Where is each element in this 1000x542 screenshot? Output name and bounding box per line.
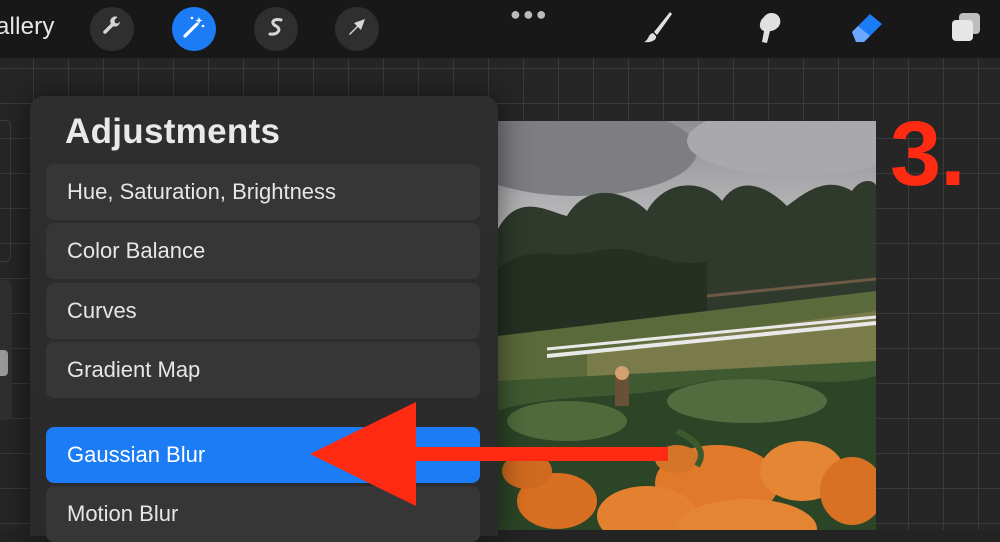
gallery-button[interactable]: allery bbox=[0, 13, 55, 41]
step-number-annotation: 3. bbox=[890, 103, 966, 205]
brush-size-slider[interactable] bbox=[0, 120, 11, 262]
magic-wand-icon bbox=[181, 14, 207, 45]
selection-s-icon bbox=[264, 15, 288, 44]
selection-button[interactable] bbox=[254, 7, 298, 51]
wrench-icon bbox=[100, 15, 124, 44]
transform-button[interactable] bbox=[335, 7, 379, 51]
top-toolbar: allery ●●● bbox=[0, 0, 1000, 58]
adjustments-button[interactable] bbox=[172, 7, 216, 51]
menu-item-color-balance[interactable]: Color Balance bbox=[46, 223, 480, 279]
eraser-icon bbox=[846, 10, 886, 49]
arrow-cursor-icon bbox=[345, 15, 369, 44]
menu-item-hue-saturation-brightness[interactable]: Hue, Saturation, Brightness bbox=[46, 164, 480, 220]
menu-item-gradient-map[interactable]: Gradient Map bbox=[46, 342, 480, 398]
menu-item-gaussian-blur[interactable]: Gaussian Blur bbox=[46, 427, 480, 483]
smudge-icon bbox=[750, 9, 784, 50]
slider-handle[interactable] bbox=[0, 350, 8, 376]
actions-button[interactable] bbox=[90, 7, 134, 51]
opacity-slider[interactable] bbox=[0, 280, 12, 420]
menu-item-curves[interactable]: Curves bbox=[46, 283, 480, 339]
adjustments-panel: Adjustments Hue, Saturation, Brightness … bbox=[30, 96, 498, 542]
canvas-photo bbox=[497, 121, 876, 530]
layers-button[interactable] bbox=[944, 7, 988, 51]
brush-icon bbox=[642, 10, 674, 49]
menu-item-motion-blur[interactable]: Motion Blur bbox=[46, 486, 480, 542]
layers-icon bbox=[949, 10, 983, 49]
smudge-button[interactable] bbox=[745, 7, 789, 51]
brush-button[interactable] bbox=[636, 7, 680, 51]
eraser-button[interactable] bbox=[844, 7, 888, 51]
dots-icon[interactable]: ●●● bbox=[510, 4, 549, 25]
panel-title: Adjustments bbox=[65, 112, 281, 151]
